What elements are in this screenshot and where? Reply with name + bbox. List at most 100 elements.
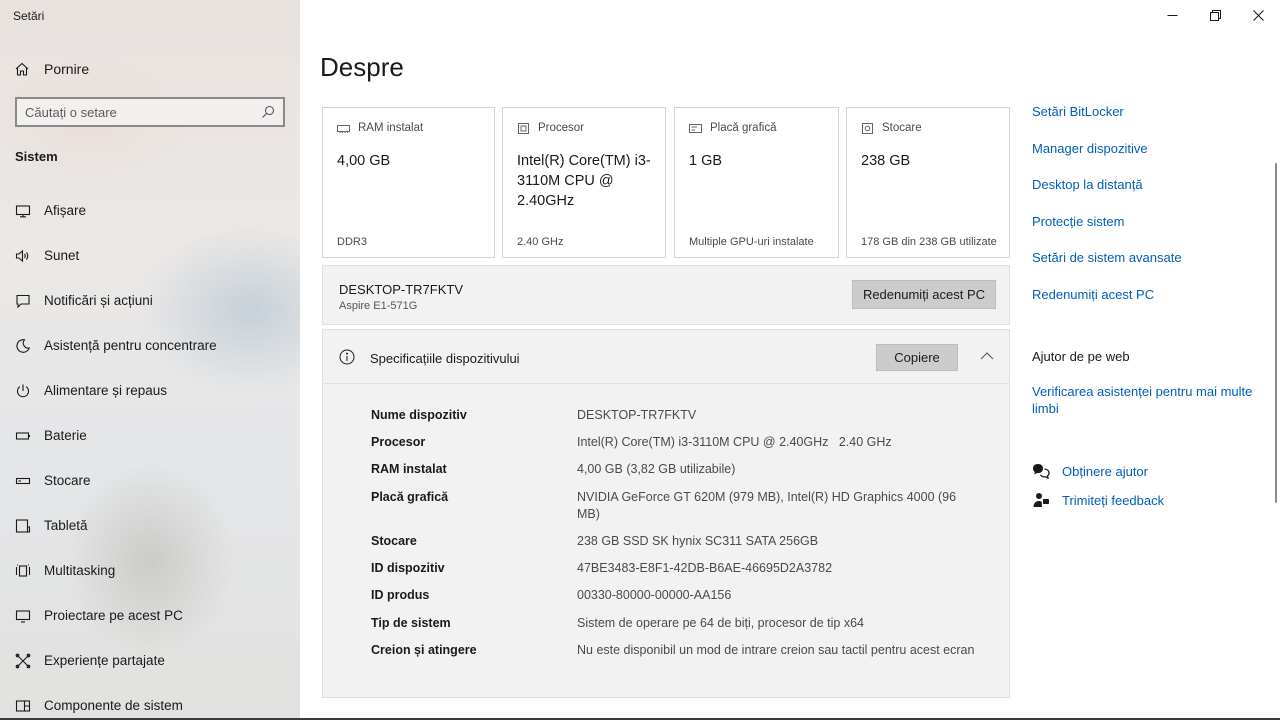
feedback-icon	[1033, 493, 1049, 507]
bitlocker-settings-link[interactable]: Setări BitLocker	[1032, 104, 1264, 141]
projecting-icon	[15, 608, 31, 624]
sidebar-item-tablet[interactable]: Tabletă	[0, 503, 300, 548]
spec-value: Nu este disponibil un mod de intrare cre…	[577, 643, 975, 657]
shared-experiences-icon	[15, 653, 31, 669]
card-sub: 178 GB din 238 GB utilizate	[861, 236, 997, 248]
rename-pc-button[interactable]: Redenumiți acest PC	[852, 280, 996, 309]
minimize-button[interactable]	[1151, 0, 1194, 30]
storage-card: Stocare 238 GB 178 GB din 238 GB utiliza…	[846, 107, 1010, 258]
spec-row: Creion și atingere Nu este disponibil un…	[371, 642, 991, 659]
sidebar-item-label: Tabletă	[44, 518, 88, 533]
device-model: Aspire E1-571G	[339, 300, 418, 312]
sidebar-item-battery[interactable]: Baterie	[0, 413, 300, 458]
sidebar-item-multitasking[interactable]: Multitasking	[0, 548, 300, 593]
system-components-icon	[15, 698, 31, 714]
scrollbar[interactable]	[1275, 163, 1277, 503]
search-input[interactable]	[17, 99, 260, 125]
spec-value: Intel(R) Core(TM) i3-3110M CPU @ 2.40GHz…	[577, 435, 892, 449]
spec-row: Procesor Intel(R) Core(TM) i3-3110M CPU …	[371, 434, 991, 451]
spec-value: 238 GB SSD SK hynix SC311 SATA 256GB	[577, 534, 819, 548]
storage-icon	[862, 122, 873, 134]
storage-icon	[15, 473, 31, 489]
card-label: RAM instalat	[358, 122, 424, 134]
sidebar: Setări Pornire Sistem Afișare Sunet	[0, 0, 300, 720]
card-label: Stocare	[882, 122, 922, 134]
home-link[interactable]: Pornire	[14, 58, 89, 80]
next-section-header[interactable]	[322, 697, 1010, 720]
sidebar-item-label: Multitasking	[44, 563, 116, 578]
card-sub: 2.40 GHz	[517, 236, 564, 248]
get-help-label: Obținere ajutor	[1062, 463, 1148, 479]
card-value: 4,00 GB	[337, 153, 391, 169]
sidebar-item-label: Afișare	[44, 203, 87, 218]
spec-key: Procesor	[371, 435, 426, 449]
close-icon	[1253, 9, 1264, 21]
sidebar-item-label: Componente de sistem	[44, 698, 183, 713]
spec-row: RAM instalat 4,00 GB (3,82 GB utilizabil…	[371, 461, 991, 478]
spec-key: Tip de sistem	[371, 616, 451, 630]
section-title: Sistem	[15, 149, 58, 164]
processor-card: Procesor Intel(R) Core(TM) i3-3110M CPU …	[502, 107, 666, 258]
ram-card: RAM instalat 4,00 GB DDR3	[322, 107, 495, 258]
help-chat-icon	[1033, 464, 1050, 479]
rename-pc-link[interactable]: Redenumiți acest PC	[1032, 287, 1264, 324]
restore-button[interactable]	[1194, 0, 1237, 30]
give-feedback-link[interactable]: Trimiteți feedback	[1032, 490, 1164, 510]
sidebar-item-shared-experiences[interactable]: Experiențe partajate	[0, 638, 300, 683]
device-specs-panel: Specificațiile dispozitivului Copiere Nu…	[322, 329, 1010, 720]
page-title: Despre	[320, 52, 404, 82]
sidebar-item-label: Stocare	[44, 473, 91, 488]
device-manager-link[interactable]: Manager dispozitive	[1032, 141, 1264, 178]
sidebar-item-label: Notificări și acțiuni	[44, 293, 153, 308]
multitasking-icon	[15, 563, 31, 579]
advanced-system-settings-link[interactable]: Setări de sistem avansate	[1032, 250, 1264, 287]
restore-icon	[1210, 9, 1221, 21]
copy-button[interactable]: Copiere	[876, 344, 958, 371]
sidebar-item-system-components[interactable]: Componente de sistem	[0, 683, 300, 720]
close-button[interactable]	[1237, 0, 1280, 30]
give-feedback-label: Trimiteți feedback	[1062, 492, 1165, 508]
remote-desktop-link[interactable]: Desktop la distanță	[1032, 177, 1264, 214]
sidebar-item-label: Proiectare pe acest PC	[44, 608, 183, 623]
ram-icon	[337, 124, 350, 133]
spec-row: Placă grafică NVIDIA GeForce GT 620M (97…	[371, 489, 991, 523]
sidebar-item-display[interactable]: Afișare	[0, 188, 300, 233]
speaker-icon	[15, 248, 31, 264]
card-label: Placă grafică	[710, 122, 777, 134]
sidebar-item-storage[interactable]: Stocare	[0, 458, 300, 503]
battery-icon	[15, 428, 31, 444]
device-specs-header[interactable]: Specificațiile dispozitivului Copiere	[323, 330, 1009, 384]
sidebar-item-notifications[interactable]: Notificări și acțiuni	[0, 278, 300, 323]
spec-value: 47BE3483-E8F1-42DB-B6AE-46695D2A3782	[577, 561, 833, 575]
power-icon	[15, 383, 31, 399]
sidebar-item-sound[interactable]: Sunet	[0, 233, 300, 278]
card-value: 1 GB	[689, 153, 723, 169]
spec-key: RAM instalat	[371, 462, 447, 476]
related-settings: Setări BitLocker Manager dispozitive Des…	[1032, 104, 1264, 324]
window-controls	[1151, 0, 1280, 30]
get-help-link[interactable]: Obținere ajutor	[1032, 461, 1148, 481]
card-value: 238 GB	[861, 153, 911, 169]
nav-list: Afișare Sunet Notificări și acțiuni Asis…	[0, 188, 300, 720]
chevron-up-icon[interactable]	[980, 351, 994, 361]
sidebar-item-power[interactable]: Alimentare și repaus	[0, 368, 300, 413]
moon-icon	[15, 338, 31, 354]
spec-row: Stocare 238 GB SSD SK hynix SC311 SATA 2…	[371, 533, 991, 550]
sidebar-item-projecting[interactable]: Proiectare pe acest PC	[0, 593, 300, 638]
spec-row: Nume dispozitiv DESKTOP-TR7FKTV	[371, 407, 991, 424]
tablet-icon	[15, 518, 31, 534]
sidebar-item-label: Alimentare și repaus	[44, 383, 168, 398]
graphics-card-icon	[689, 123, 702, 133]
sidebar-item-focus-assist[interactable]: Asistență pentru concentrare	[0, 323, 300, 368]
multilanguage-support-link[interactable]: Verificarea asistenței pentru mai multe …	[1032, 383, 1264, 417]
device-specs-title: Specificațiile dispozitivului	[370, 351, 520, 366]
spec-key: ID dispozitiv	[371, 561, 445, 575]
graphics-card: Placă grafică 1 GB Multiple GPU-uri inst…	[674, 107, 839, 258]
card-value: Intel(R) Core(TM) i3-3110M CPU @ 2.40GHz	[517, 153, 651, 209]
card-label: Procesor	[538, 122, 585, 134]
search-icon[interactable]	[260, 104, 276, 120]
system-protection-link[interactable]: Protecție sistem	[1032, 214, 1264, 251]
sidebar-item-label: Sunet	[44, 248, 80, 263]
spec-key: ID produs	[371, 588, 430, 602]
notifications-icon	[15, 293, 31, 309]
